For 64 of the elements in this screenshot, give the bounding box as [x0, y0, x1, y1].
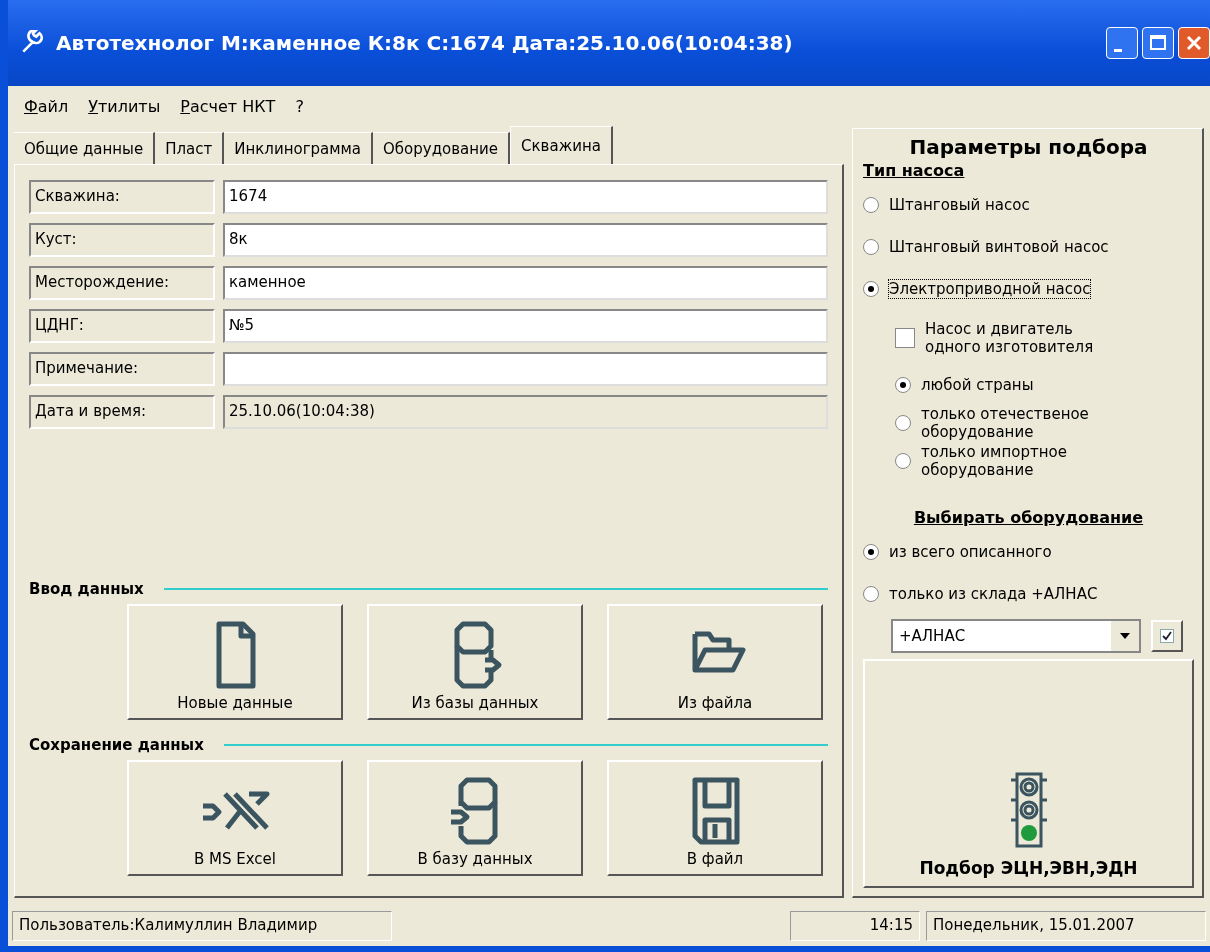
selection-button[interactable]: Подбор ЭЦН,ЭВН,ЭДН [863, 659, 1194, 888]
input-field[interactable]: 8к [223, 222, 828, 257]
radio-button[interactable] [895, 415, 911, 431]
radio-button[interactable] [895, 377, 911, 393]
input-field[interactable]: каменное [223, 265, 828, 300]
radio-option[interactable]: только импортное оборудование [863, 442, 1194, 480]
minimize-button[interactable] [1106, 27, 1138, 59]
checkbox-option[interactable]: Насос и двигатель одного изготовителя [863, 310, 1194, 366]
menu-item[interactable]: ? [295, 96, 304, 116]
apply-button[interactable] [1151, 620, 1183, 652]
radio-option[interactable]: любой страны [863, 366, 1194, 404]
radio-option[interactable]: из всего описанного [863, 531, 1194, 573]
radio-button[interactable] [863, 281, 879, 297]
radio-button[interactable] [863, 586, 879, 602]
action-button[interactable]: Новые данные [127, 604, 343, 720]
caret-icon [1120, 633, 1130, 639]
input-field[interactable] [223, 351, 828, 386]
tab[interactable]: Оборудование [373, 132, 511, 164]
menu-item[interactable]: Расчет НКТ [180, 96, 276, 116]
field-label: Куст: [29, 222, 215, 257]
radio-button[interactable] [863, 239, 879, 255]
tab[interactable]: Скважина [510, 126, 613, 164]
checkmark-icon [1160, 629, 1174, 643]
action-button[interactable]: В файл [607, 760, 823, 876]
action-button[interactable]: В MS Excel [127, 760, 343, 876]
tab[interactable]: Пласт [155, 132, 225, 164]
input-field[interactable]: 1674 [223, 179, 828, 214]
close-button[interactable] [1178, 27, 1210, 59]
close-icon [1184, 33, 1204, 53]
tab[interactable]: Общие данные [14, 132, 156, 164]
radio-option[interactable]: Штанговый винтовой насос [863, 226, 1194, 268]
group-title: Выбирать оборудование [912, 508, 1145, 527]
action-button[interactable]: Из файла [607, 604, 823, 720]
radio-option[interactable]: Электроприводной насос [863, 268, 1194, 310]
menu-item[interactable]: Утилиты [88, 96, 161, 116]
section-title: Ввод данных [29, 580, 144, 598]
traffic-light-icon [1008, 770, 1049, 850]
field-label: Примечание: [29, 351, 215, 386]
action-button[interactable]: Из базы данных [367, 604, 583, 720]
group-title: Тип насоса [863, 161, 966, 180]
checkbox[interactable] [895, 328, 915, 348]
panel-title: Параметры подбора [908, 135, 1149, 159]
field-label: ЦДНГ: [29, 308, 215, 343]
maximize-icon [1148, 33, 1168, 53]
window-title: Автотехнолог М:каменное К:8к С:1674 Дата:25.10.06(10:04:38) [56, 31, 793, 55]
radio-button[interactable] [863, 544, 879, 560]
tab[interactable]: Инклинограмма [224, 132, 374, 164]
status-user: Пользователь:Калимуллин Владимир [12, 911, 392, 941]
warehouse-dropdown[interactable]: +АЛНАС [891, 619, 1141, 653]
section-title: Сохранение данных [29, 736, 204, 754]
field-label: Скважина: [29, 179, 215, 214]
radio-option[interactable]: Штанговый насос [863, 184, 1194, 226]
minimize-icon [1114, 48, 1122, 52]
status-date: Понедельник, 15.01.2007 [926, 911, 1206, 941]
field-label: Дата и время: [29, 394, 215, 429]
input-field[interactable]: №5 [223, 308, 828, 343]
action-button[interactable]: В базу данных [367, 760, 583, 876]
menu-item[interactable]: Файл [24, 96, 69, 116]
field-label: Месторождение: [29, 265, 215, 300]
maximize-button[interactable] [1142, 27, 1174, 59]
radio-option[interactable]: только из склада +АЛНАС [863, 573, 1194, 615]
status-time: 14:15 [790, 911, 920, 941]
radio-button[interactable] [863, 197, 879, 213]
radio-button[interactable] [895, 453, 911, 469]
